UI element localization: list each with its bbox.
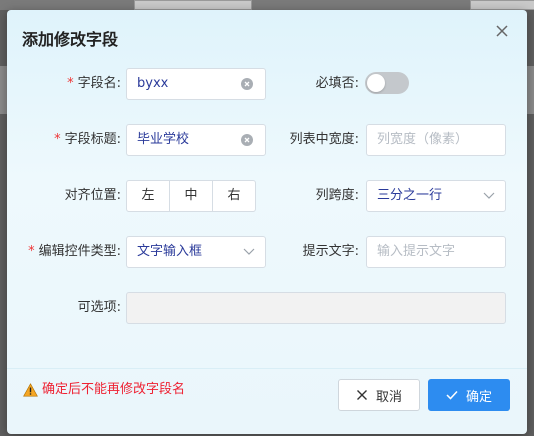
control-type-value: 文字输入框 xyxy=(137,244,203,259)
background-tab xyxy=(134,0,252,10)
hint-text-label: 提示文字: xyxy=(302,244,359,259)
required-star: * xyxy=(54,132,61,147)
warning-message: 确定后不能再修改字段名 xyxy=(23,380,185,400)
align-center-option[interactable]: 中 xyxy=(169,180,213,212)
chevron-down-icon xyxy=(483,192,495,199)
warning-text: 确定后不能再修改字段名 xyxy=(42,382,186,397)
field-title-input[interactable]: 毕业学校 xyxy=(126,124,266,156)
toggle-knob xyxy=(367,74,385,92)
check-icon xyxy=(446,390,458,400)
column-width-label: 列表中宽度: xyxy=(289,132,359,147)
field-name-input[interactable]: byxx xyxy=(126,68,266,100)
dialog-title: 添加修改字段 xyxy=(22,30,119,49)
clear-icon[interactable] xyxy=(241,78,253,90)
options-label: 可选项: xyxy=(77,300,121,315)
ok-label: 确定 xyxy=(465,389,492,405)
control-type-label: * 编辑控件类型: xyxy=(28,244,121,259)
cancel-label: 取消 xyxy=(375,389,402,405)
required-toggle[interactable] xyxy=(365,72,409,94)
align-left-option[interactable]: 左 xyxy=(126,180,170,212)
column-span-value: 三分之一行 xyxy=(377,188,443,203)
close-icon[interactable] xyxy=(494,23,510,39)
cancel-button[interactable]: 取消 xyxy=(338,379,420,411)
alignment-label: 对齐位置: xyxy=(64,188,121,203)
required-toggle-label: 必填否: xyxy=(315,76,359,91)
field-name-label: * 字段名: xyxy=(67,76,121,91)
background-tab-right xyxy=(470,0,534,10)
column-width-input[interactable]: 列宽度（像素） xyxy=(366,124,506,156)
edit-field-dialog: 添加修改字段 * 字段名: byxx 必填否: * 字段标题: 毕业学校 列表中宽度… xyxy=(7,10,527,434)
alignment-segmented-control: 左 中 右 xyxy=(126,180,256,212)
clear-icon[interactable] xyxy=(241,134,253,146)
align-right-option[interactable]: 右 xyxy=(212,180,256,212)
close-icon xyxy=(356,390,367,400)
control-type-select[interactable]: 文字输入框 xyxy=(126,236,266,268)
column-width-placeholder: 列宽度（像素） xyxy=(377,132,469,147)
background-toolbar xyxy=(0,0,534,10)
field-title-label: * 字段标题: xyxy=(54,132,121,147)
column-span-select[interactable]: 三分之一行 xyxy=(366,180,506,212)
hint-text-input[interactable]: 输入提示文字 xyxy=(366,236,506,268)
required-star: * xyxy=(28,244,35,259)
column-span-label: 列跨度: xyxy=(315,188,359,203)
field-name-value: byxx xyxy=(137,76,169,91)
options-field[interactable] xyxy=(126,292,506,324)
field-title-value: 毕业学校 xyxy=(137,132,190,147)
required-star: * xyxy=(67,76,74,91)
chevron-down-icon xyxy=(243,248,255,255)
hint-text-placeholder: 输入提示文字 xyxy=(377,244,456,259)
warning-icon xyxy=(23,383,38,397)
footer-divider xyxy=(7,368,527,369)
ok-button[interactable]: 确定 xyxy=(428,379,510,411)
